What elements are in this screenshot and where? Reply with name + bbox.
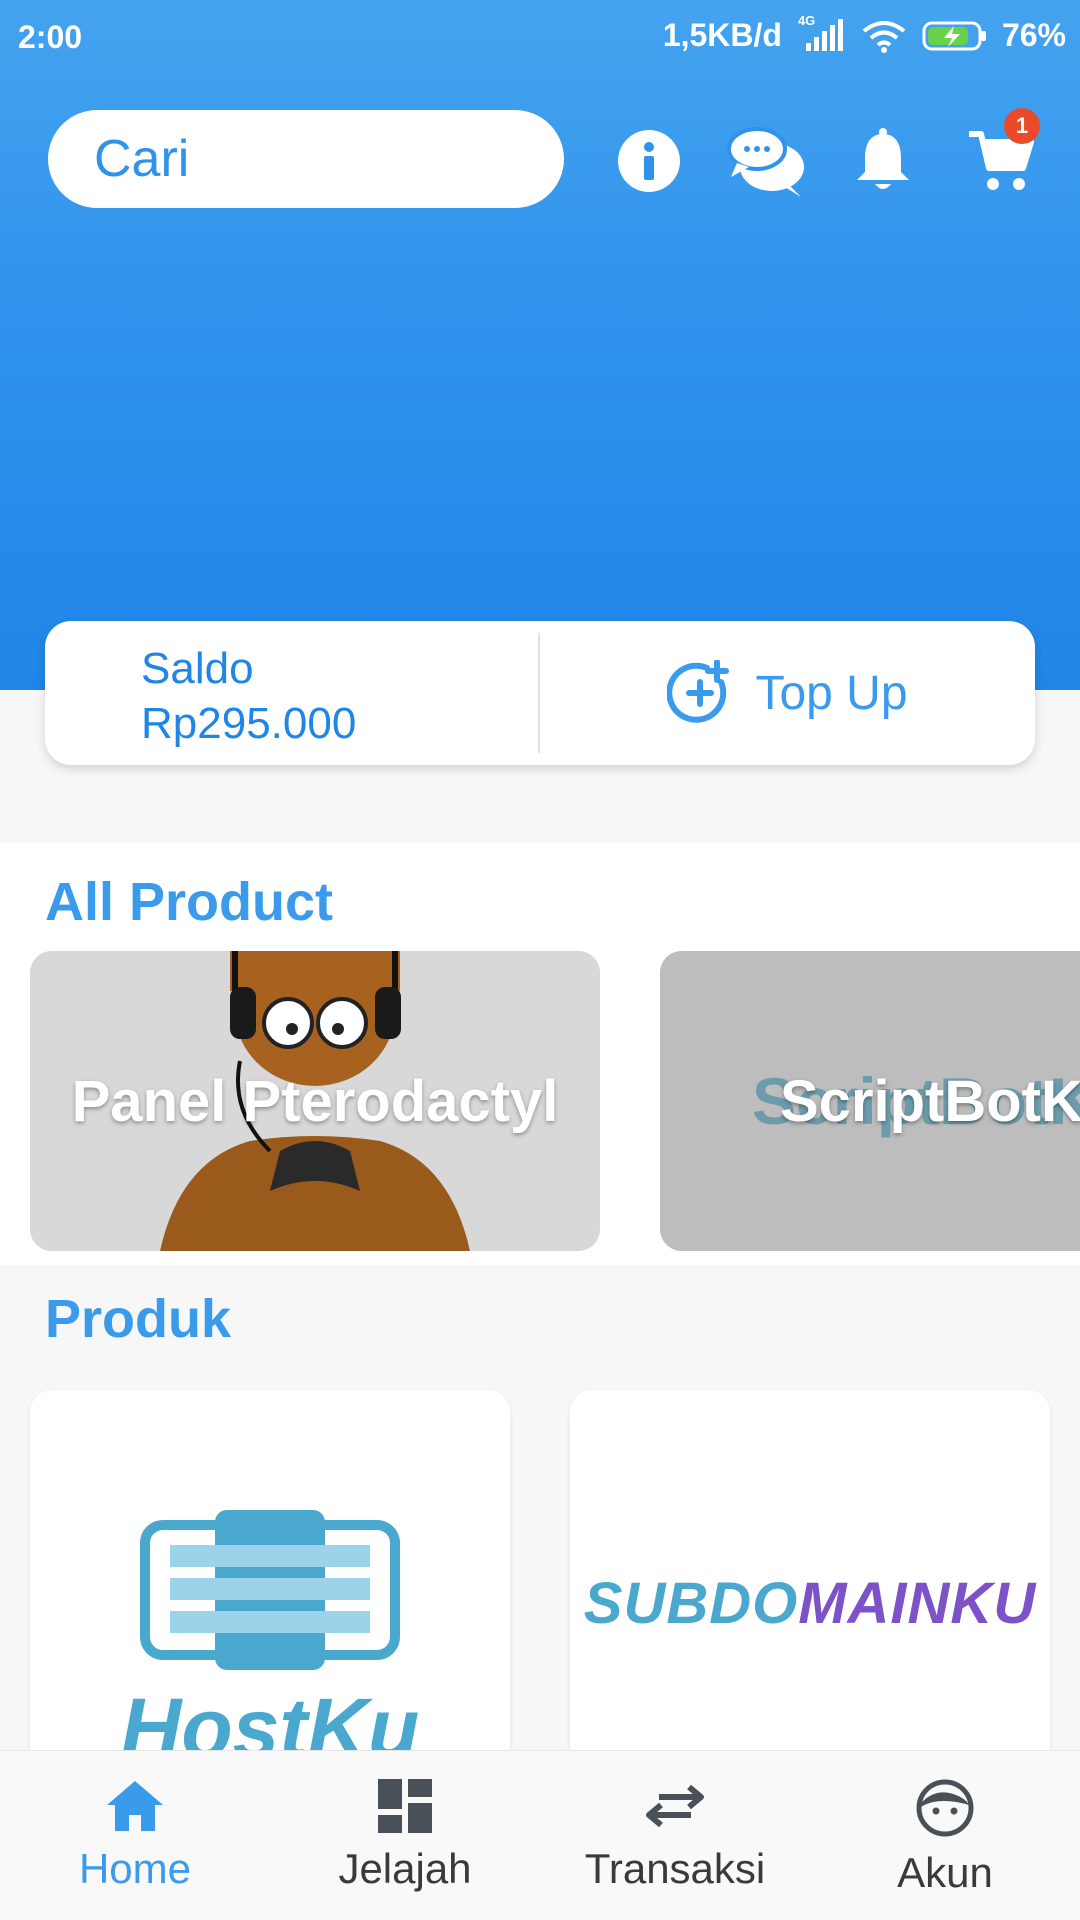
chat-icon xyxy=(727,127,804,197)
status-time: 2:00 xyxy=(18,19,83,55)
status-bar: 2:00 1,5KB/d 4G 76% xyxy=(0,0,1080,78)
battery-icon xyxy=(922,21,986,50)
nav-item-akun[interactable]: Akun xyxy=(810,1751,1080,1920)
product-tile-subdomainku[interactable]: SUBDOMAINKU xyxy=(570,1390,1050,1810)
all-product-section: All Product Panel Pterodactyl ScriptBotK… xyxy=(0,843,1080,1265)
swap-icon xyxy=(646,1784,704,1828)
info-button[interactable] xyxy=(606,118,692,204)
balance-amount: Rp295.000 xyxy=(141,699,357,748)
battery-percent: 76% xyxy=(1001,17,1066,53)
info-icon xyxy=(618,130,680,192)
product-card-label: ScriptBotK xyxy=(780,1068,1080,1134)
search-placeholder: Cari xyxy=(94,130,190,188)
subdomainku-logo-part-b: MAINKU xyxy=(798,1571,1037,1636)
balance-info: Saldo Rp295.000 xyxy=(141,641,356,751)
chat-button[interactable] xyxy=(724,118,810,204)
product-card-pterodactyl[interactable]: Panel Pterodactyl xyxy=(30,951,600,1251)
topup-button[interactable]: Top Up xyxy=(540,621,1035,765)
search-input[interactable]: Cari xyxy=(48,110,564,208)
nav-item-transaksi[interactable]: Transaksi xyxy=(540,1751,810,1920)
cart-badge: 1 xyxy=(1004,108,1040,144)
nav-label-jelajah: Jelajah xyxy=(338,1845,472,1892)
status-indicators: 1,5KB/d 4G 76% xyxy=(662,13,1066,54)
add-circle-icon xyxy=(667,660,730,723)
header-background xyxy=(0,0,1080,690)
topup-label: Top Up xyxy=(755,666,908,720)
dashboard-icon xyxy=(378,1779,432,1833)
cart-button[interactable]: 1 xyxy=(958,108,1044,204)
balance-label: Saldo xyxy=(141,644,254,693)
signal-icon: 4G xyxy=(796,13,846,53)
balance-card: Saldo Rp295.000 Top Up xyxy=(45,621,1035,765)
notification-button[interactable] xyxy=(840,118,926,204)
bell-icon xyxy=(857,128,909,189)
product-card-label: Panel Pterodactyl xyxy=(71,1068,559,1134)
face-icon xyxy=(916,1779,974,1837)
nav-label-akun: Akun xyxy=(897,1849,993,1896)
produk-title: Produk xyxy=(45,1289,232,1349)
net-speed: 1,5KB/d xyxy=(662,17,782,53)
nav-item-jelajah[interactable]: Jelajah xyxy=(270,1751,540,1920)
nav-item-home[interactable]: Home xyxy=(0,1751,270,1920)
nav-label-transaksi: Transaksi xyxy=(584,1845,766,1892)
bottom-nav: Home Jelajah Transaksi Akun xyxy=(0,1750,1080,1920)
home-screen: 2:00 1,5KB/d 4G 76% Cari 1 Saldo Rp295.0… xyxy=(0,0,1080,1920)
product-card-scriptbot[interactable]: ScriptBotK ScriptBotK xyxy=(660,951,1080,1251)
product-tile-hostku[interactable]: HostKu xyxy=(30,1390,510,1810)
subdomainku-logo-part-a: SUBDO xyxy=(583,1571,799,1636)
home-icon xyxy=(107,1781,163,1831)
subdomainku-logo: SUBDOMAINKU xyxy=(570,1570,1050,1637)
wifi-icon xyxy=(862,20,906,53)
network-type: 4G xyxy=(797,12,816,28)
nav-label-home: Home xyxy=(78,1845,192,1892)
all-product-title: All Product xyxy=(45,872,334,932)
